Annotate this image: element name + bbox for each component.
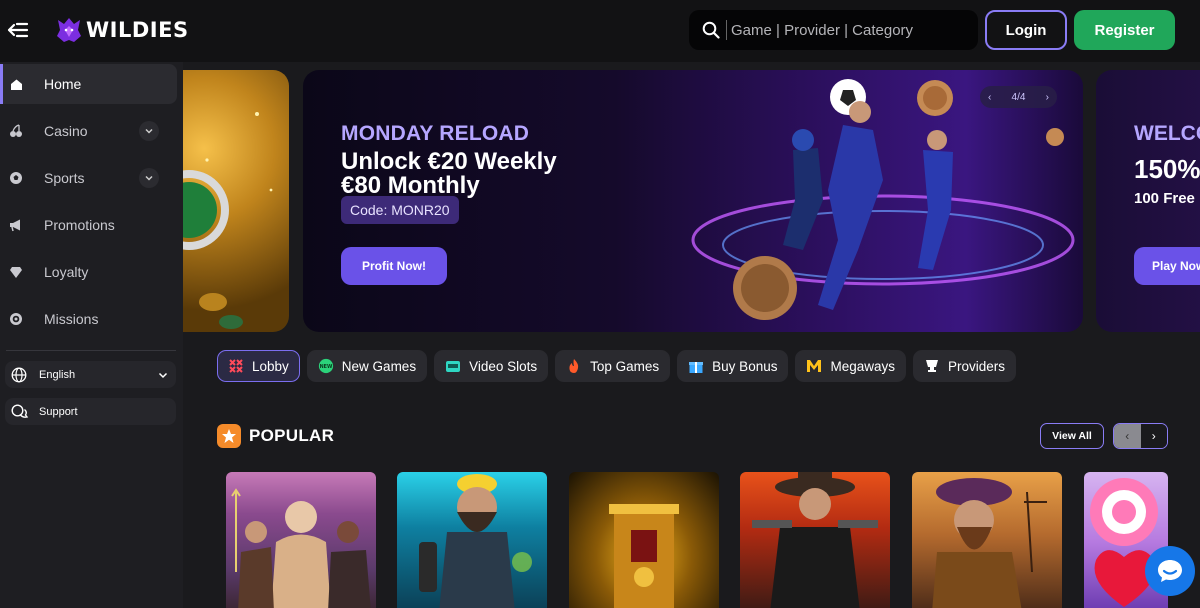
next-banner-subline: 100 Free	[1134, 190, 1195, 207]
logo-text: WILDIES	[86, 18, 189, 42]
play-now-button[interactable]: Play Now	[1134, 247, 1200, 285]
slot-machine-icon	[445, 358, 461, 374]
chevron-right-icon[interactable]: ›	[1140, 424, 1167, 448]
tab-label: Megaways	[830, 358, 895, 374]
banner-previous-slide[interactable]	[183, 70, 289, 332]
gunslinger-game-art	[752, 472, 878, 608]
explorer-game-art	[932, 478, 1047, 608]
login-button[interactable]: Login	[985, 10, 1067, 50]
profit-now-button[interactable]: Profit Now!	[341, 247, 447, 285]
banner-title: MONDAY RELOAD	[341, 122, 530, 145]
tab-video-slots[interactable]: Video Slots	[434, 350, 549, 382]
top-header: WILDIES Login Register	[0, 0, 1200, 62]
promo-banner[interactable]: MONDAY RELOAD Unlock €20 Weekly €80 Mont…	[303, 70, 1083, 332]
sidebar-item-label: Missions	[44, 311, 99, 327]
search-icon	[702, 21, 720, 39]
gift-icon	[688, 358, 704, 374]
chat-bubbles-icon	[11, 403, 29, 420]
sidebar-item-promotions[interactable]: Promotions	[0, 205, 177, 245]
tab-new-games[interactable]: NEW New Games	[306, 350, 428, 382]
sidebar-item-missions[interactable]: Missions	[0, 299, 177, 339]
game-tile[interactable]	[397, 472, 547, 608]
next-banner-title: WELCO	[1134, 122, 1200, 145]
carousel-arrows: ‹ ›	[1113, 423, 1168, 449]
diver-game-art	[419, 474, 532, 608]
tab-label: Top Games	[590, 358, 660, 374]
sidebar-item-label: Sports	[44, 170, 85, 186]
sidebar-item-loyalty[interactable]: Loyalty	[0, 252, 177, 292]
sidebar-item-label: Loyalty	[44, 264, 89, 280]
chevron-down-icon	[158, 370, 168, 380]
tab-providers[interactable]: Providers	[913, 350, 1017, 382]
tab-lobby[interactable]: Lobby	[217, 350, 300, 382]
sidebar-item-label: Promotions	[44, 217, 115, 233]
sidebar: Home Casino Sports Promotions Loyalty Mi…	[0, 62, 183, 608]
chat-icon	[1158, 560, 1182, 582]
flame-icon	[566, 358, 582, 374]
register-button[interactable]: Register	[1074, 10, 1175, 50]
tab-top-games[interactable]: Top Games	[555, 350, 671, 382]
sidebar-item-sports[interactable]: Sports	[0, 158, 177, 198]
casino-chips-image	[183, 112, 273, 329]
support-button[interactable]: Support	[5, 398, 176, 425]
wolf-logo-icon	[57, 18, 81, 42]
chevron-down-icon[interactable]	[139, 121, 159, 141]
cherries-icon	[9, 124, 23, 138]
sidebar-item-casino[interactable]: Casino	[0, 111, 177, 151]
collapse-menu-icon[interactable]	[7, 19, 29, 41]
chevron-right-icon[interactable]: ›	[1046, 92, 1049, 103]
home-icon	[9, 77, 23, 91]
gods-game-art	[231, 488, 371, 608]
search-input[interactable]	[727, 21, 978, 39]
tab-label: Providers	[948, 358, 1006, 374]
next-banner-headline: 150%	[1134, 154, 1200, 184]
lobby-icon	[228, 358, 244, 374]
temple-game-art	[609, 504, 679, 608]
slide-controls: ‹ 4/4 ›	[980, 86, 1057, 108]
language-label: English	[39, 368, 76, 381]
game-tile[interactable]	[226, 472, 376, 608]
sports-players-image	[691, 79, 1075, 320]
game-tile[interactable]	[912, 472, 1062, 608]
promo-code-badge: Code: MONR20	[341, 196, 459, 224]
tab-label: Buy Bonus	[712, 358, 778, 374]
section-title: POPULAR	[249, 426, 335, 445]
providers-icon	[924, 358, 940, 374]
live-chat-button[interactable]	[1145, 546, 1195, 596]
target-icon	[9, 312, 23, 326]
popular-section-header: POPULAR	[217, 424, 334, 448]
sidebar-item-home[interactable]: Home	[0, 64, 177, 104]
banner-next-slide[interactable]: WELCO 150% 100 Free Play Now	[1096, 70, 1200, 332]
megaways-icon	[806, 358, 822, 374]
svg-text:NEW: NEW	[319, 364, 332, 370]
sidebar-item-label: Casino	[44, 123, 88, 139]
search-bar[interactable]	[689, 10, 978, 50]
chevron-left-icon[interactable]: ‹	[1114, 424, 1141, 448]
main-content: MONDAY RELOAD Unlock €20 Weekly €80 Mont…	[183, 62, 1200, 608]
slide-indicator: 4/4	[1011, 91, 1026, 103]
view-all-button[interactable]: View All	[1040, 423, 1104, 449]
tab-label: Video Slots	[469, 358, 538, 374]
new-badge-icon: NEW	[318, 358, 334, 374]
support-label: Support	[39, 405, 78, 418]
star-icon	[217, 424, 241, 448]
diamond-icon	[9, 265, 23, 279]
tab-label: New Games	[341, 358, 417, 374]
tab-label: Lobby	[252, 358, 289, 374]
sidebar-item-label: Home	[44, 76, 82, 92]
game-tile[interactable]	[740, 472, 890, 608]
chevron-left-icon[interactable]: ‹	[988, 92, 991, 103]
tab-megaways[interactable]: Megaways	[795, 350, 906, 382]
globe-icon	[11, 367, 27, 383]
megaphone-icon	[9, 218, 23, 232]
sidebar-divider	[6, 350, 176, 351]
wildies-logo[interactable]: WILDIES	[56, 14, 189, 46]
game-tile[interactable]	[569, 472, 719, 608]
category-tabs: Lobby NEW New Games Video Slots Top Game…	[217, 350, 1017, 382]
tab-buy-bonus[interactable]: Buy Bonus	[677, 350, 789, 382]
language-selector[interactable]: English	[5, 361, 176, 388]
chevron-down-icon[interactable]	[139, 168, 159, 188]
soccer-ball-icon	[9, 171, 23, 185]
